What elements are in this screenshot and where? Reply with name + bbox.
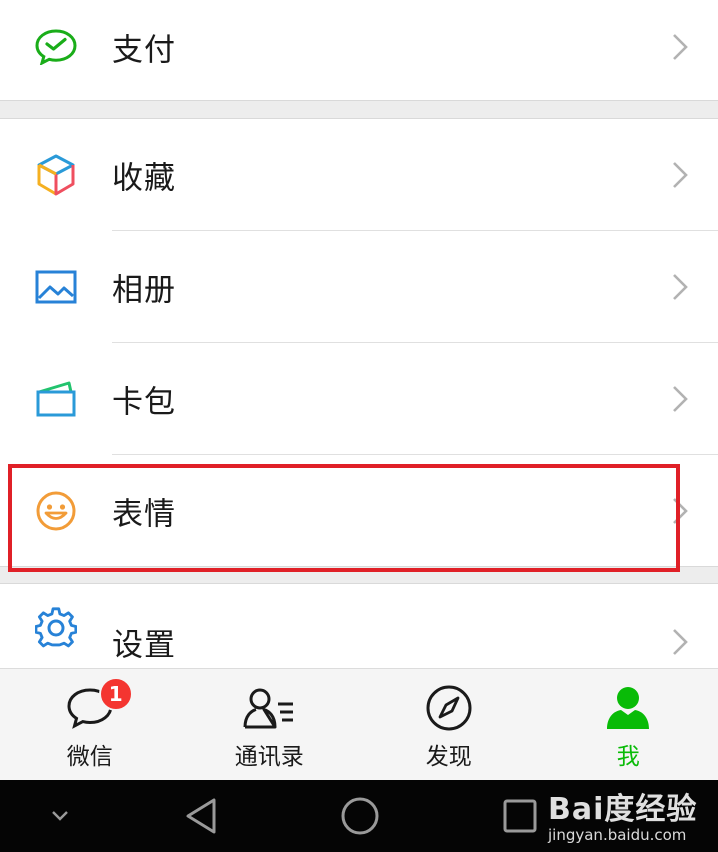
person-icon: [601, 683, 655, 733]
card-icon: [34, 377, 78, 421]
tab-chats[interactable]: 1 微信: [0, 669, 180, 780]
menu-item-stickers[interactable]: 表情: [0, 455, 718, 567]
menu-item-label: 相册: [112, 272, 176, 309]
image-icon: [34, 265, 78, 309]
menu-item-label: 收藏: [112, 160, 176, 197]
back-button[interactable]: [178, 780, 224, 852]
menu-item-label: 表情: [112, 496, 176, 533]
tab-discover[interactable]: 发现: [359, 669, 539, 780]
menu-item-favorites[interactable]: 收藏: [0, 119, 718, 231]
bottom-tab-bar: 1 微信 通讯录 发现 我: [0, 668, 718, 780]
compass-icon: [422, 683, 476, 733]
home-circle-icon: [341, 797, 379, 835]
recents-square-icon: [503, 799, 537, 833]
tab-label: 发现: [425, 744, 472, 770]
menu-group-main: 收藏 相册 卡包 表情: [0, 118, 718, 567]
back-triangle-icon: [186, 798, 216, 834]
chat-bubble-icon: 1: [63, 677, 133, 733]
chevron-right-icon: [673, 162, 688, 188]
menu-item-label: 支付: [112, 32, 176, 69]
gear-icon: [34, 606, 78, 650]
tab-contacts[interactable]: 通讯录: [180, 669, 360, 780]
tab-label: 微信: [66, 744, 113, 770]
system-nav-bar: [0, 780, 718, 852]
unread-badge: 1: [98, 677, 133, 711]
tab-label: 通讯录: [234, 744, 304, 770]
menu-item-label: 设置: [112, 627, 176, 664]
menu-item-album[interactable]: 相册: [0, 231, 718, 343]
recents-button[interactable]: [498, 780, 542, 852]
chevron-right-icon: [673, 498, 688, 524]
chevron-right-icon: [673, 386, 688, 412]
tab-label: 我: [616, 744, 640, 770]
tab-me[interactable]: 我: [539, 669, 718, 780]
smiley-icon: [34, 489, 78, 533]
menu-item-label: 卡包: [112, 384, 176, 421]
menu-group-settings: 设置: [0, 583, 718, 668]
cube-icon: [34, 153, 78, 197]
menu-item-pay[interactable]: 支付: [0, 0, 718, 103]
hide-nav-button[interactable]: [40, 780, 80, 852]
chevron-right-icon: [673, 629, 688, 655]
chevron-down-icon: [52, 811, 68, 821]
chevron-right-icon: [673, 34, 688, 60]
home-button[interactable]: [336, 780, 384, 852]
contacts-icon: [242, 683, 296, 733]
menu-item-card-wallet[interactable]: 卡包: [0, 343, 718, 455]
menu-group-pay: 支付: [0, 0, 718, 101]
wechat-pay-icon: [34, 25, 78, 69]
chevron-right-icon: [673, 274, 688, 300]
